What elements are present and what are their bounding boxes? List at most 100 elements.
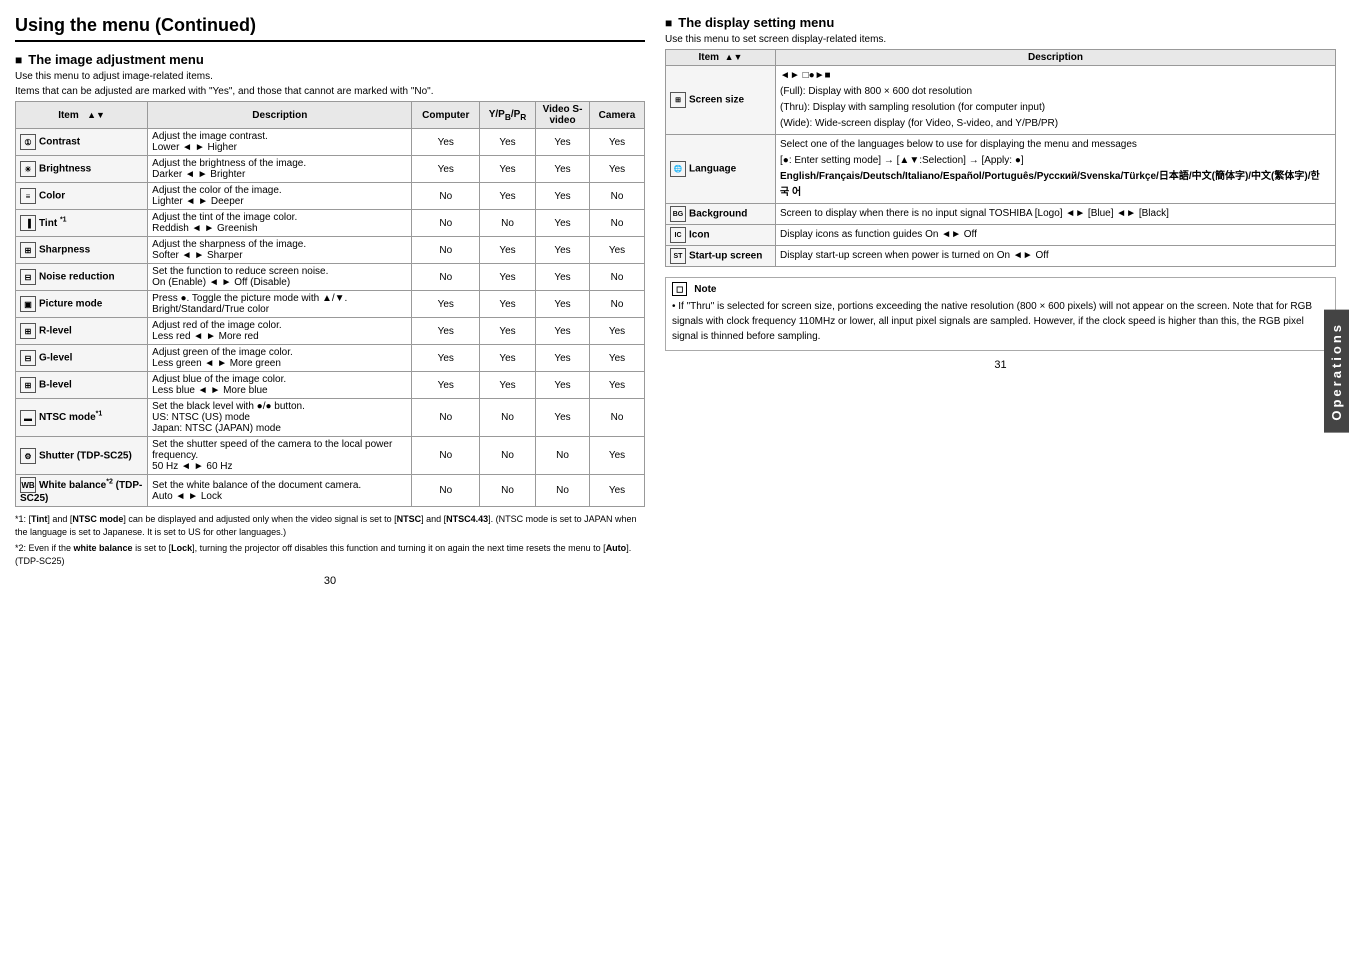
display-item-cell: STStart-up screen — [666, 246, 776, 267]
svideo-cell: Yes — [536, 345, 590, 372]
image-item-cell: ⚙Shutter (TDP-SC25) — [16, 437, 148, 475]
image-item-cell: ▐Tint *1 — [16, 210, 148, 237]
image-item-cell: ⊟Noise reduction — [16, 264, 148, 291]
image-desc-cell: Set the shutter speed of the camera to t… — [148, 437, 412, 475]
computer-cell: Yes — [412, 129, 480, 156]
display-table-row: STStart-up screenDisplay start-up screen… — [666, 246, 1336, 267]
ypbpr-cell: Yes — [480, 345, 536, 372]
camera-cell: Yes — [590, 345, 645, 372]
svideo-cell: No — [536, 437, 590, 475]
image-desc-cell: Adjust the color of the image. Lighter ◄… — [148, 183, 412, 210]
display-item-cell: ⊞Screen size — [666, 66, 776, 135]
right-section-desc1: Use this menu to set screen display-rela… — [665, 34, 1336, 45]
image-desc-cell: Press ●. Toggle the picture mode with ▲/… — [148, 291, 412, 318]
display-desc-cell: Select one of the languages below to use… — [776, 135, 1336, 204]
right-column: The display setting menu Use this menu t… — [660, 10, 1341, 944]
ypbpr-cell: Yes — [480, 291, 536, 318]
computer-cell: Yes — [412, 318, 480, 345]
right-page-num: 31 — [665, 359, 1336, 371]
computer-cell: Yes — [412, 291, 480, 318]
camera-cell: No — [590, 399, 645, 437]
svideo-cell: Yes — [536, 318, 590, 345]
image-table-row: ⊞R-levelAdjust red of the image color. L… — [16, 318, 645, 345]
image-table-row: ①ContrastAdjust the image contrast. Lowe… — [16, 129, 645, 156]
image-adjustment-table: Item ▲▼ Description Computer Y/PB/PR Vid… — [15, 101, 645, 507]
right-col-header-desc: Description — [776, 50, 1336, 66]
svideo-cell: Yes — [536, 129, 590, 156]
footnote-area: *1: [Tint] and [NTSC mode] can be displa… — [15, 513, 645, 567]
image-desc-cell: Set the white balance of the document ca… — [148, 475, 412, 507]
left-section-desc2: Items that can be adjusted are marked wi… — [15, 86, 645, 97]
computer-cell: No — [412, 237, 480, 264]
svideo-cell: Yes — [536, 237, 590, 264]
image-item-cell: ▣Picture mode — [16, 291, 148, 318]
display-table-row: BGBackgroundScreen to display when there… — [666, 204, 1336, 225]
camera-cell: No — [590, 264, 645, 291]
display-desc-cell: Screen to display when there is no input… — [776, 204, 1336, 225]
image-desc-cell: Set the function to reduce screen noise.… — [148, 264, 412, 291]
image-item-cell: ☀Brightness — [16, 156, 148, 183]
computer-cell: No — [412, 399, 480, 437]
computer-cell: No — [412, 264, 480, 291]
image-item-cell: ▬NTSC mode*1 — [16, 399, 148, 437]
camera-cell: Yes — [590, 156, 645, 183]
note-content: • If "Thru" is selected for screen size,… — [672, 299, 1329, 344]
image-item-cell: ①Contrast — [16, 129, 148, 156]
ypbpr-cell: Yes — [480, 372, 536, 399]
camera-cell: Yes — [590, 437, 645, 475]
display-desc-cell: Display icons as function guides On ◄► O… — [776, 225, 1336, 246]
computer-cell: No — [412, 183, 480, 210]
image-item-cell: ⊞B-level — [16, 372, 148, 399]
image-table-row: ▐Tint *1Adjust the tint of the image col… — [16, 210, 645, 237]
image-desc-cell: Adjust blue of the image color. Less blu… — [148, 372, 412, 399]
svideo-cell: Yes — [536, 210, 590, 237]
left-section-title: The image adjustment menu — [15, 52, 645, 67]
left-column: Using the menu (Continued) The image adj… — [10, 10, 650, 944]
operations-sidebar: Operations — [1324, 310, 1349, 433]
image-table-row: ⊞B-levelAdjust blue of the image color. … — [16, 372, 645, 399]
svideo-cell: Yes — [536, 156, 590, 183]
left-page-num: 30 — [15, 575, 645, 587]
footnote-1: *1: [Tint] and [NTSC mode] can be displa… — [15, 513, 645, 538]
page-title: Using the menu (Continued) — [15, 15, 645, 42]
image-item-cell: ≡Color — [16, 183, 148, 210]
computer-cell: Yes — [412, 156, 480, 183]
image-table-row: ▣Picture modePress ●. Toggle the picture… — [16, 291, 645, 318]
image-table-row: ▬NTSC mode*1Set the black level with ●/●… — [16, 399, 645, 437]
display-table-row: ⊞Screen size◄► □●►■(Full): Display with … — [666, 66, 1336, 135]
computer-cell: No — [412, 475, 480, 507]
ypbpr-cell: Yes — [480, 183, 536, 210]
computer-cell: Yes — [412, 372, 480, 399]
ypbpr-cell: Yes — [480, 129, 536, 156]
image-desc-cell: Adjust the brightness of the image. Dark… — [148, 156, 412, 183]
image-desc-cell: Adjust red of the image color. Less red … — [148, 318, 412, 345]
ypbpr-cell: No — [480, 475, 536, 507]
svideo-cell: Yes — [536, 399, 590, 437]
computer-cell: Yes — [412, 345, 480, 372]
image-desc-cell: Set the black level with ●/● button. US:… — [148, 399, 412, 437]
camera-cell: Yes — [590, 318, 645, 345]
svideo-cell: Yes — [536, 183, 590, 210]
svideo-cell: Yes — [536, 291, 590, 318]
col-header-camera: Camera — [590, 102, 645, 129]
ypbpr-cell: Yes — [480, 156, 536, 183]
page-container: Using the menu (Continued) The image adj… — [0, 0, 1351, 954]
display-table-row: 🌐LanguageSelect one of the languages bel… — [666, 135, 1336, 204]
ypbpr-cell: No — [480, 437, 536, 475]
camera-cell: Yes — [590, 372, 645, 399]
camera-cell: No — [590, 210, 645, 237]
col-header-desc: Description — [148, 102, 412, 129]
col-header-svideo: Video S-video — [536, 102, 590, 129]
note-box: ◻ Note • If "Thru" is selected for scree… — [665, 277, 1336, 351]
camera-cell: No — [590, 291, 645, 318]
image-table-row: ☀BrightnessAdjust the brightness of the … — [16, 156, 645, 183]
image-item-cell: ⊟G-level — [16, 345, 148, 372]
ypbpr-cell: No — [480, 210, 536, 237]
svideo-cell: Yes — [536, 372, 590, 399]
display-item-cell: ICIcon — [666, 225, 776, 246]
ypbpr-cell: Yes — [480, 264, 536, 291]
image-table-row: ⚙Shutter (TDP-SC25)Set the shutter speed… — [16, 437, 645, 475]
left-section-desc1: Use this menu to adjust image-related it… — [15, 71, 645, 82]
right-section-title: The display setting menu — [665, 15, 1336, 30]
image-item-cell: WBWhite balance*2 (TDP-SC25) — [16, 475, 148, 507]
